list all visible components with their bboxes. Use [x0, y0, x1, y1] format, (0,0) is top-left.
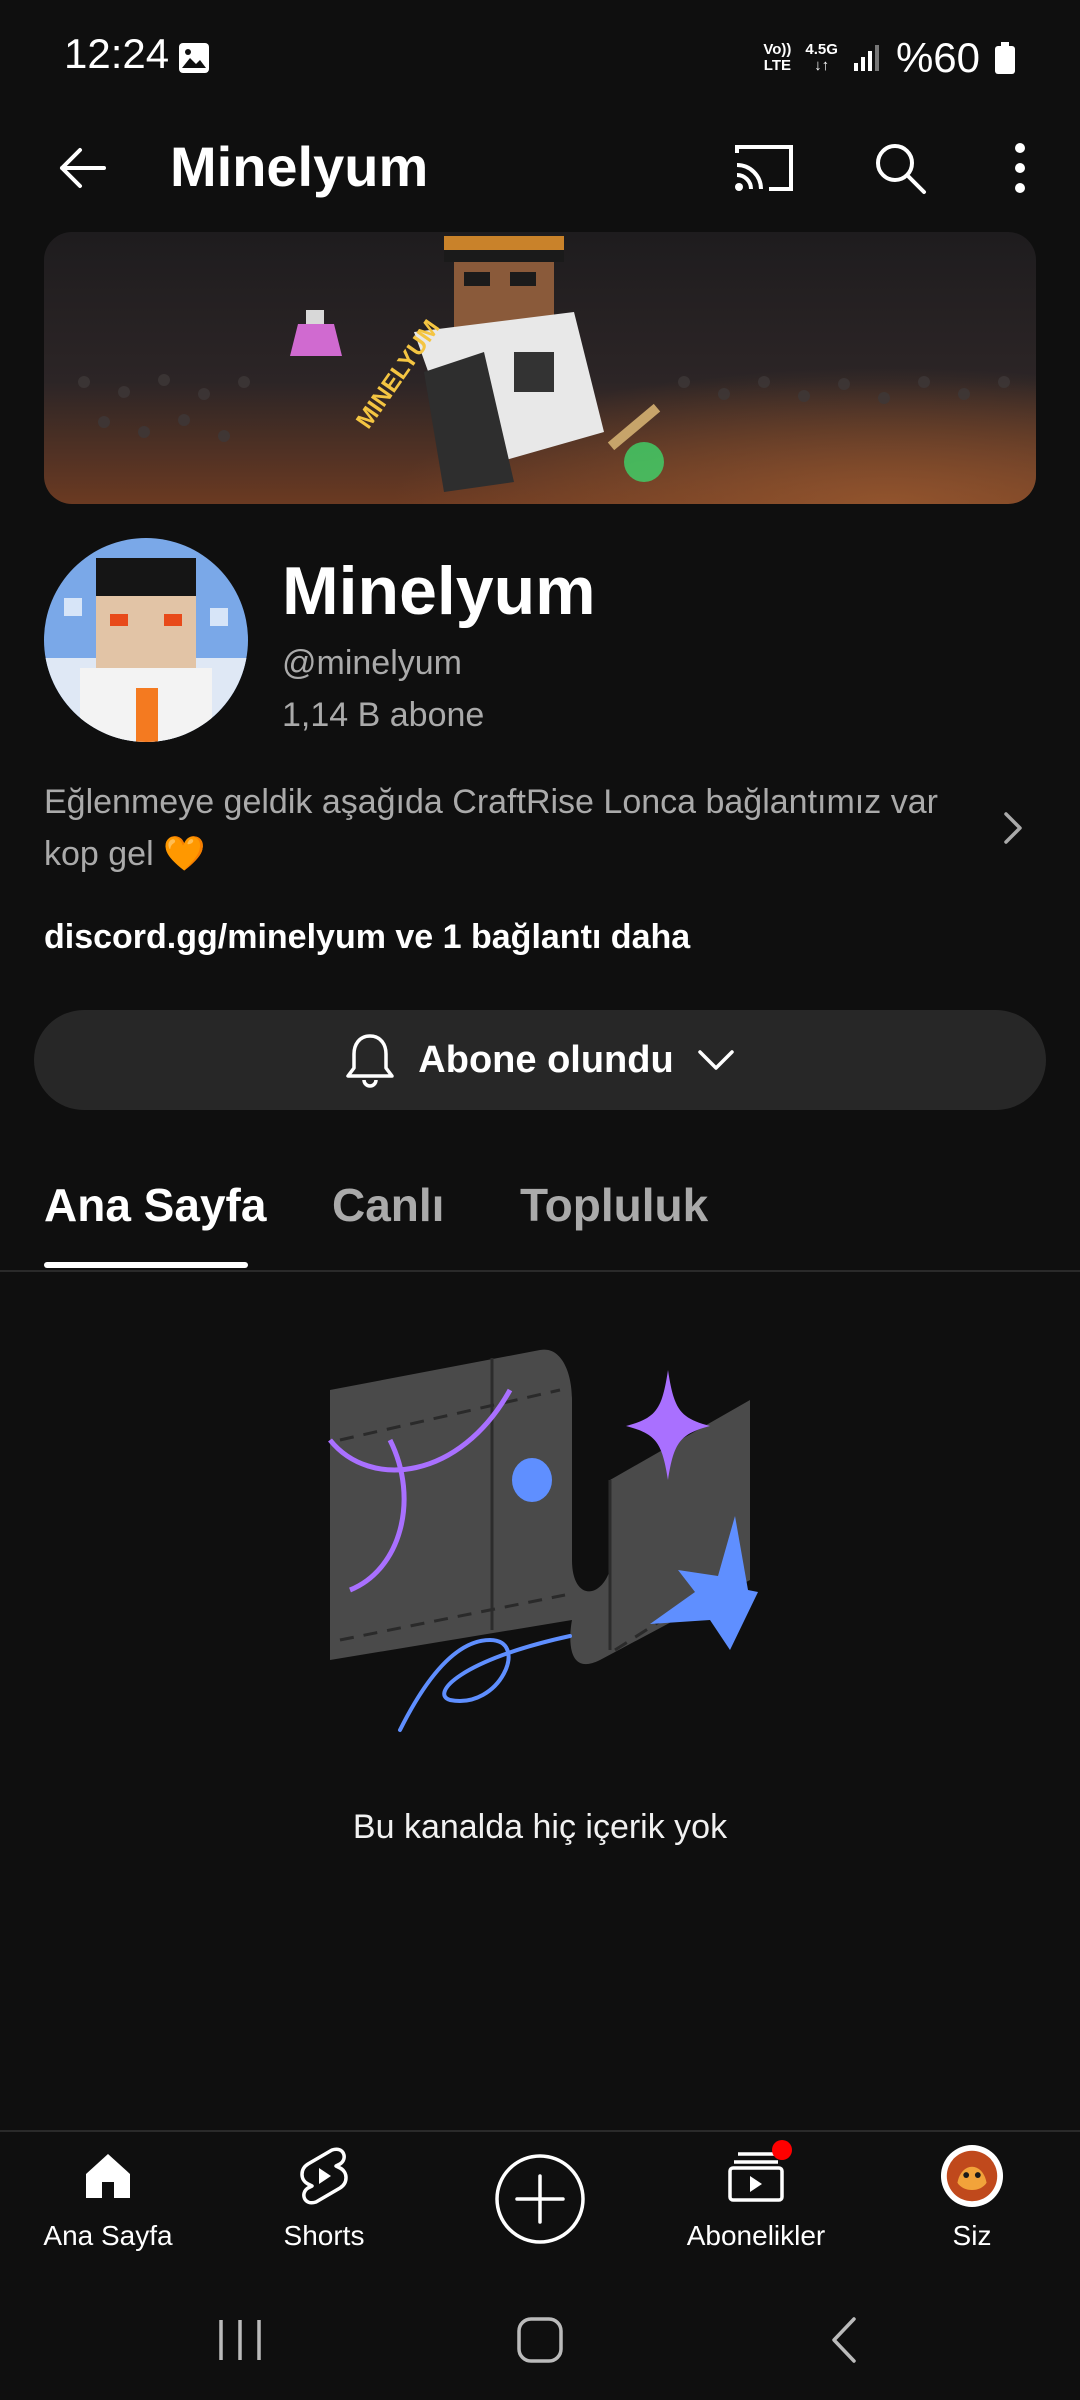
cast-button[interactable]: [726, 130, 802, 206]
tab-live[interactable]: Canlı: [332, 1178, 444, 1232]
bell-icon: [346, 1034, 395, 1088]
nav-home[interactable]: Ana Sayfa: [8, 2144, 208, 2252]
channel-banner[interactable]: MINELYUM: [44, 232, 1036, 504]
cast-icon: [735, 145, 793, 191]
arrow-left-icon: [60, 148, 106, 188]
nav-you-label: Siz: [952, 2220, 992, 2251]
subscribed-button[interactable]: Abone olundu: [34, 1010, 1046, 1110]
create-button[interactable]: [440, 2152, 640, 2246]
back-button[interactable]: [44, 130, 120, 206]
chevron-right-icon: [1004, 812, 1022, 844]
back-chevron-icon: [832, 2317, 856, 2363]
home-system-button[interactable]: [480, 2300, 600, 2380]
signal-icon: [853, 45, 879, 71]
status-indicators: Vo)) LTE 4.5G ↓↑ %60: [763, 34, 1016, 82]
channel-handle: @minelyum: [282, 644, 462, 682]
tab-community[interactable]: Topluluk: [520, 1178, 708, 1232]
chevron-down-icon: [697, 1050, 734, 1070]
empty-channel-illustration: [328, 1349, 758, 1732]
empty-state-message: Bu kanalda hiç içerik yok: [352, 1808, 728, 1846]
avatar-image: [44, 538, 248, 742]
data-indicator: 4.5G ↓↑: [805, 41, 838, 74]
gallery-notification-icon: [179, 43, 209, 73]
status-time: 12:24: [64, 30, 170, 77]
volte-indicator: Vo)) LTE: [763, 41, 792, 74]
nav-shorts-label: Shorts: [283, 2220, 365, 2251]
notification-dot: [772, 2140, 792, 2160]
shorts-icon: [300, 2147, 348, 2205]
nav-shorts[interactable]: Shorts: [224, 2144, 424, 2252]
channel-name: Minelyum: [282, 553, 596, 629]
channel-links[interactable]: discord.gg/minelyum ve 1 bağlantı daha: [44, 918, 690, 957]
app-bar-title: Minelyum: [170, 135, 429, 198]
battery-icon: [995, 42, 1015, 74]
system-back-button[interactable]: [784, 2300, 904, 2380]
subscriber-count: 1,14 B abone: [282, 696, 485, 734]
channel-avatar[interactable]: [44, 538, 248, 742]
more-options-button[interactable]: [982, 130, 1058, 206]
add-circle-icon: [495, 2154, 585, 2244]
channel-description[interactable]: Eğlenmeye geldik aşağıda CraftRise Lonca…: [44, 776, 1036, 886]
nav-home-label: Ana Sayfa: [43, 2220, 173, 2251]
subscribed-label: Abone olundu: [418, 1038, 674, 1081]
bottom-navigation: Ana Sayfa Shorts Abonelikler Siz: [0, 2130, 1080, 2282]
recents-icon: [219, 2320, 261, 2360]
system-navigation-bar: [0, 2280, 1080, 2400]
active-tab-indicator: [44, 1262, 248, 1268]
nav-subscriptions-label: Abonelikler: [686, 2220, 826, 2251]
search-button[interactable]: [862, 130, 938, 206]
nav-you[interactable]: Siz: [872, 2144, 1072, 2252]
tab-home[interactable]: Ana Sayfa: [44, 1178, 266, 1232]
battery-percent: %60: [895, 34, 980, 81]
recent-apps-button[interactable]: [180, 2300, 300, 2380]
banner-image: MINELYUM: [44, 232, 1036, 504]
profile-avatar-icon: [940, 2144, 1004, 2208]
channel-tabs: Ana Sayfa Canlı Topluluk: [0, 1160, 1080, 1272]
more-vert-icon: [1015, 143, 1025, 193]
home-square-icon: [517, 2317, 563, 2363]
nav-subscriptions[interactable]: Abonelikler: [656, 2140, 856, 2252]
home-icon: [86, 2154, 130, 2198]
search-icon: [876, 144, 926, 194]
description-text: Eğlenmeye geldik aşağıda CraftRise Lonca…: [44, 783, 938, 873]
